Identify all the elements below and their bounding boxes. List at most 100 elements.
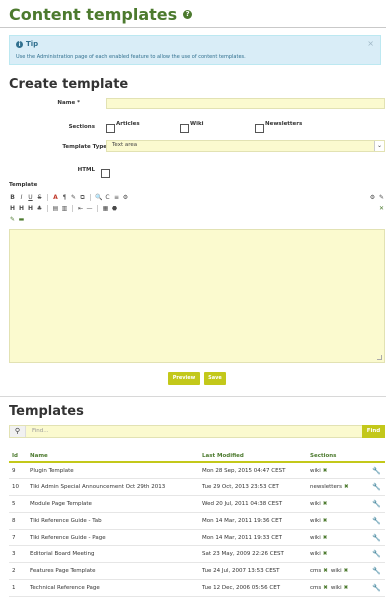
edit-icon[interactable]: ✎	[70, 194, 77, 201]
pencil-icon[interactable]: ✎	[9, 216, 16, 223]
remove-section-icon[interactable]: ✖	[323, 501, 328, 507]
template-type-value: Text area	[112, 142, 138, 148]
template-name-link[interactable]: Plugin Template	[27, 462, 199, 480]
heading2-icon[interactable]: H	[18, 205, 25, 212]
remove-section-icon[interactable]: ✖	[323, 568, 328, 574]
template-sections: cms ✖ wiki ✖	[307, 562, 365, 581]
preview-button[interactable]: Preview	[168, 372, 200, 385]
template-name-link[interactable]: Tiki Admin Special Announcement Oct 29th…	[27, 478, 199, 497]
tip-text: Use the Administration page of each enab…	[16, 54, 246, 60]
remove-section-icon[interactable]: ✖	[344, 568, 349, 574]
template-type-select[interactable]: Text area ⌄	[106, 140, 385, 152]
close-icon[interactable]: ×	[367, 39, 374, 48]
replace-icon[interactable]: C	[104, 194, 111, 201]
columns-icon[interactable]: ▥	[61, 205, 68, 212]
tip-heading: i Tip	[16, 40, 38, 48]
html-label: HTML	[77, 167, 95, 173]
section-tag: wiki	[330, 584, 342, 591]
remove-section-icon[interactable]: ✖	[323, 518, 328, 524]
section-tag: newsletters	[310, 484, 342, 491]
resize-handle[interactable]	[377, 355, 382, 360]
edit-wrench-icon[interactable]: 🔧	[365, 579, 385, 597]
font-color-icon[interactable]: A	[52, 194, 59, 201]
horizontal-rule-icon[interactable]: —	[86, 205, 93, 212]
name-input[interactable]	[106, 98, 385, 109]
template-editor[interactable]	[9, 229, 385, 363]
html-checkbox[interactable]	[101, 169, 110, 178]
heading1-icon[interactable]: H	[9, 205, 16, 212]
articles-label: Articles	[116, 121, 140, 127]
help-icon[interactable]: ?	[183, 10, 193, 19]
table-row: 5 Module Page Template Wed 20 Jul, 2011 04…	[9, 495, 385, 513]
list-icon[interactable]: ≡	[113, 194, 120, 201]
template-name-link[interactable]: Tiki Reference Guide - Page	[27, 529, 199, 547]
newsletters-label: Newsletters	[265, 121, 303, 127]
underline-icon[interactable]: U	[27, 194, 34, 201]
heading3-icon[interactable]: H	[27, 205, 34, 212]
template-sections: wiki ✖	[307, 462, 365, 480]
remove-section-icon[interactable]: ✖	[323, 468, 328, 474]
template-modified: Tue 29 Oct, 2013 23:53 CET	[199, 478, 307, 497]
copy-icon[interactable]: ⧉	[79, 194, 86, 201]
remove-section-icon[interactable]: ✖	[344, 484, 349, 490]
newsletters-checkbox[interactable]	[255, 124, 264, 133]
table-row: 2 Features Page Template Tue 24 Jul, 2007 …	[9, 562, 385, 581]
template-name-link[interactable]: Editorial Board Meeting	[27, 545, 199, 564]
template-name-link[interactable]: Features Page Template	[27, 562, 199, 581]
articles-checkbox[interactable]	[106, 124, 115, 133]
template-name-link[interactable]: Tiki Reference Guide - Tab	[27, 512, 199, 530]
table-icon[interactable]: ▤	[52, 205, 59, 212]
paragraph-icon[interactable]: ¶	[61, 194, 68, 201]
strikethrough-icon[interactable]: S	[36, 194, 43, 201]
name-column-header[interactable]: Name	[27, 450, 199, 463]
edit-wrench-icon[interactable]: 🔧	[365, 562, 385, 581]
wiki-checkbox[interactable]	[180, 124, 189, 133]
editor-toolbar-row2: H H H ♣ ▤ ▥ ⇤ — ▦ ⬣ ✕	[9, 203, 385, 213]
table-row: 3 Editorial Board Meeting Sat 23 May, 2009…	[9, 545, 385, 564]
grid-icon[interactable]: ▦	[102, 205, 109, 212]
find-icon[interactable]: 🔍	[95, 194, 102, 201]
wiki-syntax-icon[interactable]: ▬	[18, 216, 25, 223]
section-tag: cms	[310, 568, 322, 575]
template-id: 9	[9, 462, 27, 480]
modified-column-header[interactable]: Last Modified	[199, 450, 307, 463]
section-tag: wiki	[310, 517, 321, 524]
template-id: 5	[9, 495, 27, 513]
tree-icon[interactable]: ♣	[36, 205, 43, 212]
remove-section-icon[interactable]: ✖	[323, 585, 328, 591]
remove-section-icon[interactable]: ✖	[323, 551, 328, 557]
edit-wrench-icon[interactable]: 🔧	[365, 495, 385, 513]
divider	[0, 396, 386, 397]
edit-wrench-icon[interactable]: 🔧	[365, 545, 385, 564]
smiley-icon[interactable]: ⚙	[122, 194, 129, 201]
search-input[interactable]: Find...	[32, 426, 49, 437]
edit-wrench-icon[interactable]: 🔧	[365, 529, 385, 547]
italic-icon[interactable]: I	[18, 194, 25, 201]
tip-box: i Tip Use the Administration page of eac…	[9, 35, 381, 65]
template-name-link[interactable]: Technical Reference Page	[27, 579, 199, 597]
bold-icon[interactable]: B	[9, 194, 16, 201]
table-row: 1 Technical Reference Page Tue 12 Dec, 200…	[9, 579, 385, 597]
sections-label: Sections	[68, 124, 95, 130]
edit-wrench-icon[interactable]: 🔧	[365, 462, 385, 480]
indent-icon[interactable]: ⇤	[77, 205, 84, 212]
info-icon: i	[16, 40, 23, 48]
template-id: 10	[9, 478, 27, 497]
table-row: 8 Tiki Reference Guide - Tab Mon 14 Mar, 2…	[9, 512, 385, 530]
remove-section-icon[interactable]: ✖	[323, 535, 328, 541]
edit-wrench-icon[interactable]: 🔧	[365, 512, 385, 530]
wrench-icon[interactable]: ✎	[378, 194, 385, 201]
section-tag: cms	[310, 584, 322, 591]
section-tag: wiki	[310, 551, 321, 558]
search-icon[interactable]: ⚲	[10, 426, 26, 437]
save-button[interactable]: Save	[204, 372, 226, 385]
settings-icon[interactable]: ⚙	[369, 194, 376, 201]
edit-wrench-icon[interactable]: 🔧	[365, 478, 385, 497]
template-name-link[interactable]: Module Page Template	[27, 495, 199, 513]
close-icon[interactable]: ✕	[378, 205, 385, 212]
remove-section-icon[interactable]: ✖	[344, 585, 349, 591]
id-column-header[interactable]: Id	[9, 450, 27, 463]
template-modified: Mon 14 Mar, 2011 19:36 CET	[199, 512, 307, 530]
find-button[interactable]: Find	[362, 425, 385, 438]
image-icon[interactable]: ⬣	[111, 205, 118, 212]
